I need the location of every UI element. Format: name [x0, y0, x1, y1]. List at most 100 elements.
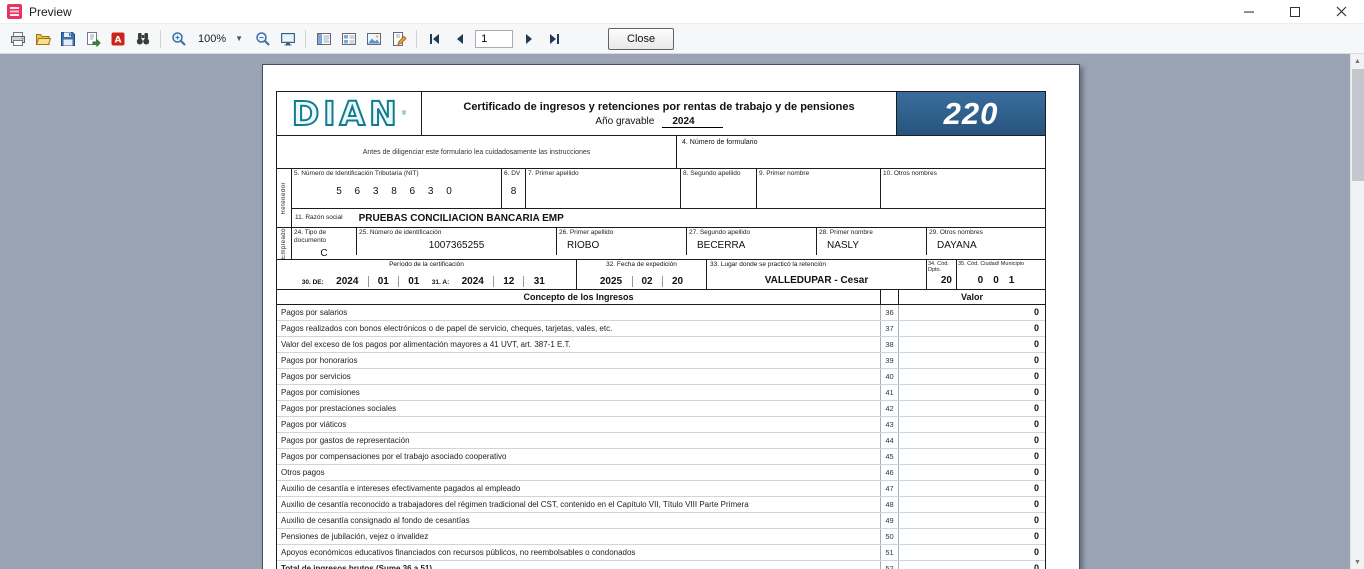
scroll-down-icon[interactable]: ▼: [1351, 555, 1364, 569]
concepts-table-header: Concepto de los Ingresos Valor: [277, 290, 1045, 306]
print-icon[interactable]: [6, 27, 29, 50]
save-icon[interactable]: [56, 27, 79, 50]
close-button[interactable]: Close: [608, 27, 675, 50]
concept-row: Pagos por comisiones 41 0: [277, 385, 1045, 402]
edit-page-icon[interactable]: [387, 27, 410, 50]
a-day: 31: [533, 276, 545, 288]
a-month: 12: [494, 276, 525, 288]
chevron-down-icon: ▼: [235, 34, 244, 43]
year-label: Año gravable: [595, 115, 655, 127]
box-number: 52: [881, 561, 899, 569]
first-page-icon[interactable]: [423, 27, 446, 50]
box-number: 48: [881, 497, 899, 513]
find-icon[interactable]: [131, 27, 154, 50]
field-7-primer-apellido: 7. Primer apellido: [526, 169, 681, 208]
zoom-out-icon[interactable]: [251, 27, 274, 50]
window-title: Preview: [29, 4, 72, 19]
last-page-icon[interactable]: [542, 27, 565, 50]
concept-row-total: Total de ingresos brutos (Sume 36 a 51) 5…: [277, 561, 1045, 569]
concept-row: Pagos por prestaciones sociales 42 0: [277, 401, 1045, 418]
de-month: 01: [369, 276, 399, 288]
row-value: 0: [1033, 403, 1039, 414]
thumbnails-icon[interactable]: [337, 27, 360, 50]
form-row-instructions: Antes de diligenciar este formulario lea…: [277, 136, 1045, 169]
fullscreen-icon[interactable]: [276, 27, 299, 50]
row-value: 0: [1033, 323, 1039, 334]
field-9-primer-nombre: 9. Primer nombre: [757, 169, 881, 208]
toolbar-separator: [416, 29, 418, 48]
row-value: 0: [1033, 515, 1039, 526]
next-page-icon[interactable]: [517, 27, 540, 50]
zoom-level-dropdown[interactable]: 100% ▼: [193, 31, 248, 47]
field-29-otros-nombres: 29. Otros nombres DAYANA: [927, 228, 1045, 255]
a-label: 31. A:: [431, 279, 450, 287]
expedicion-year: 2025: [591, 276, 633, 288]
de-day: 01: [408, 276, 420, 288]
row-value: 0: [1033, 563, 1039, 569]
lugar-retencion-value: VALLEDUPAR - Cesar: [764, 275, 869, 287]
otros-nombres-value: DAYANA: [937, 240, 977, 251]
box-number: 40: [881, 369, 899, 385]
concept-row: Pagos por gastos de representación 44 0: [277, 433, 1045, 450]
row-value: 0: [1033, 387, 1039, 398]
de-year: 2024: [327, 276, 369, 288]
scrollbar-thumb[interactable]: [1352, 69, 1364, 181]
row-value: 0: [1033, 499, 1039, 510]
form-title: Certificado de ingresos y retenciones po…: [463, 100, 855, 113]
dian-logo: DIAN ®: [277, 92, 422, 135]
field-periodo-certificacion: Período de la certificación 30. DE: 2024…: [277, 260, 577, 290]
concept-row: Otros pagos 46 0: [277, 465, 1045, 482]
pdf-icon[interactable]: A: [106, 27, 129, 50]
numero-identificacion-value: 1007365255: [428, 240, 485, 251]
empleado-row: 24. Tipo de documento C 25. Número de ide…: [292, 228, 1045, 259]
export-icon[interactable]: [81, 27, 104, 50]
concept-row: Auxilio de cesantía e intereses efectiva…: [277, 481, 1045, 498]
zoom-level-value: 100%: [198, 32, 227, 45]
page-number-input[interactable]: [475, 29, 514, 48]
box-number: 38: [881, 337, 899, 353]
concept-row: Pagos por compensaciones por el trabajo …: [277, 449, 1045, 466]
field-10-otros-nombres: 10. Otros nombres: [883, 170, 937, 177]
dv-value: 8: [510, 186, 517, 197]
prev-page-icon[interactable]: [448, 27, 471, 50]
field-27-segundo-apellido: 27. Segundo apellido BECERRA: [687, 228, 817, 255]
box-number: 47: [881, 481, 899, 497]
box-number: 39: [881, 353, 899, 369]
box-number: 43: [881, 417, 899, 433]
nit-value: 5 6 3 8 6 3 0: [336, 186, 457, 197]
row-value: 0: [1033, 547, 1039, 558]
scroll-up-icon[interactable]: ▲: [1351, 54, 1364, 68]
field-dv: 6. DV 8: [502, 169, 526, 208]
close-window-icon[interactable]: [1318, 0, 1364, 23]
page-settings-icon[interactable]: [362, 27, 385, 50]
field-nit: 5. Número de Identificación Tributaria (…: [292, 169, 502, 208]
field4-label: 4. Número de formulario: [682, 139, 758, 146]
toolbar-separator: [160, 29, 161, 48]
field-24-tipo-documento: 24. Tipo de documento C: [292, 228, 357, 259]
field-34-cod-dpto: 34. Cód. Dpto. 20: [927, 260, 957, 290]
empleado-section: Empleado 24. Tipo de documento C 25. Núme…: [277, 228, 1045, 261]
form-code: 220: [943, 95, 999, 131]
row-value: 0: [1033, 483, 1039, 494]
field-33-lugar-retencion: 33. Lugar donde se practicó la retención…: [707, 260, 927, 290]
expedicion-day: 20: [671, 276, 684, 288]
app-icon[interactable]: [7, 4, 22, 19]
preview-area: DIAN ® Certificado de ingresos y retencio…: [0, 54, 1364, 569]
zoom-in-icon[interactable]: [167, 27, 190, 50]
svg-text:A: A: [114, 35, 121, 45]
vertical-scrollbar[interactable]: ▲ ▼: [1350, 54, 1364, 569]
concept-row: Pagos realizados con bonos electrónicos …: [277, 321, 1045, 338]
row-value: 0: [1033, 355, 1039, 366]
titlebar: Preview: [0, 0, 1364, 24]
outline-icon[interactable]: [312, 27, 335, 50]
open-icon[interactable]: [31, 27, 54, 50]
form-220: DIAN ® Certificado de ingresos y retencio…: [276, 91, 1046, 569]
maximize-icon[interactable]: [1272, 0, 1318, 23]
retenedor-section: Retenedor 5. Número de Identificación Tr…: [277, 169, 1045, 228]
minimize-icon[interactable]: [1226, 0, 1272, 23]
valor-header-label: Valor: [960, 292, 983, 303]
field-32-fecha-expedicion: 32. Fecha de expedición 2025 02 20: [577, 260, 707, 290]
cod-dpto-value: 20: [940, 275, 952, 287]
segundo-apellido-value: BECERRA: [697, 240, 746, 251]
window-controls: [1226, 0, 1364, 23]
